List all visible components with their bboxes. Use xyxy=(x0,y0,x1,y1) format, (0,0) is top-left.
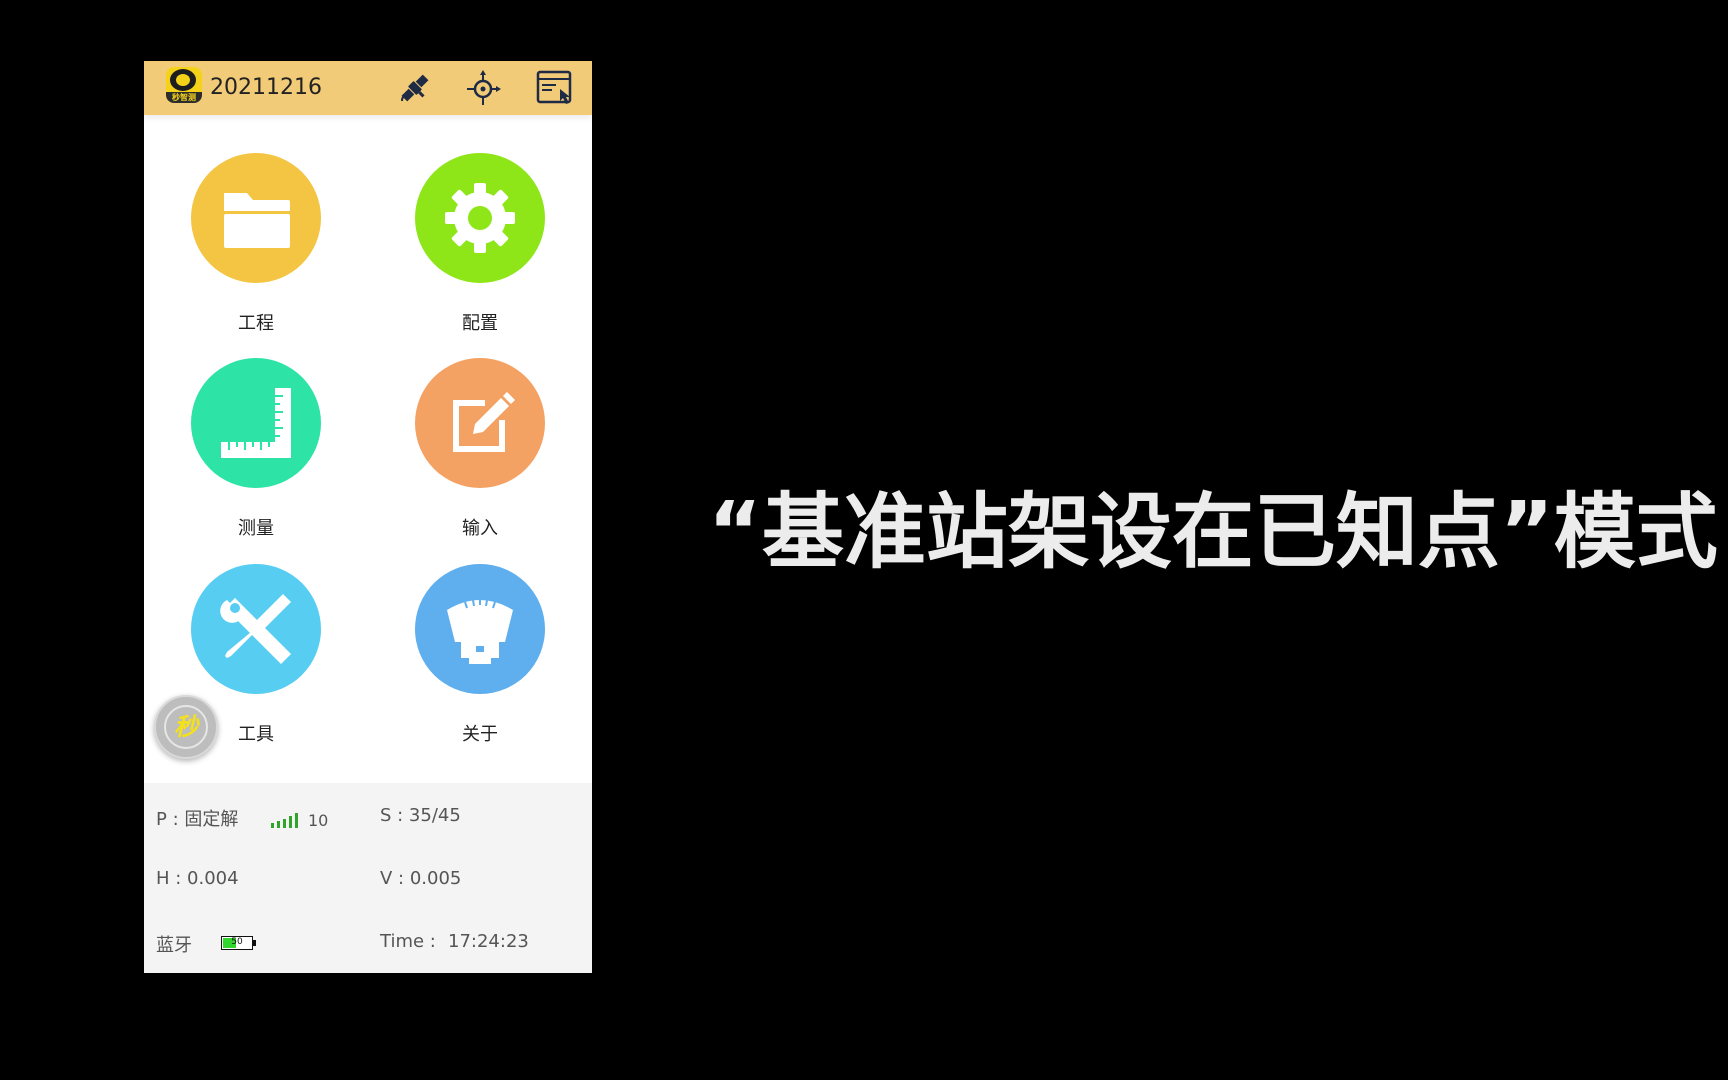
floating-quick-label: 秒 xyxy=(164,705,208,749)
project-circle[interactable] xyxy=(191,153,321,283)
bluetooth-label: 蓝牙 xyxy=(156,935,192,956)
logo-ring xyxy=(170,69,196,91)
app-window: 秒智测 20211216 工程 配置 测量 输入 工具 关于 秒 P: 固定解… xyxy=(144,61,592,973)
edit-icon xyxy=(453,392,515,452)
floating-quick-button[interactable]: 秒 xyxy=(154,695,218,759)
menu-item-about[interactable]: 关于 xyxy=(400,564,560,746)
receiver-icon xyxy=(447,599,513,664)
logo-text: 秒智测 xyxy=(166,92,202,103)
v-precision: V : 0.005 xyxy=(380,868,462,889)
position-status: P : 固定解 xyxy=(156,809,239,830)
window-pointer-icon[interactable] xyxy=(536,69,574,107)
menu-item-label: 工程 xyxy=(238,313,274,334)
about-circle[interactable] xyxy=(415,564,545,694)
h-precision: H : 0.004 xyxy=(156,868,239,889)
menu-item-project[interactable]: 工程 xyxy=(176,153,336,335)
signal-count: 10 xyxy=(308,811,329,830)
measure-circle[interactable] xyxy=(191,358,321,488)
satellite-count: S : 35/45 xyxy=(380,805,461,826)
crosshair-icon[interactable] xyxy=(464,69,502,107)
signal-strength-icon xyxy=(270,811,300,833)
app-header: 秒智测 20211216 xyxy=(144,61,592,115)
time-value: 17:24:23 xyxy=(448,931,529,952)
status-panel: P : 固定解 10 S : 35/45 H : 0.004 V : 0.005… xyxy=(144,783,592,973)
video-caption: “基准站架设在已知点”模式 xyxy=(708,485,1718,580)
ruler-icon xyxy=(221,388,291,458)
time-label: Time : xyxy=(380,931,436,952)
folder-icon xyxy=(224,193,290,248)
battery-icon: 50 xyxy=(221,936,256,950)
config-circle[interactable] xyxy=(415,153,545,283)
menu-item-label: 测量 xyxy=(238,518,274,539)
menu-item-label: 输入 xyxy=(462,518,498,539)
tools-circle[interactable] xyxy=(191,564,321,694)
satellite-icon[interactable] xyxy=(396,69,434,107)
app-logo: 秒智测 xyxy=(166,67,202,103)
menu-item-input[interactable]: 输入 xyxy=(400,358,560,540)
project-title: 20211216 xyxy=(210,75,322,100)
menu-item-config[interactable]: 配置 xyxy=(400,153,560,335)
gear-icon xyxy=(445,183,515,253)
battery-level: 50 xyxy=(231,937,243,947)
menu-item-label: 关于 xyxy=(462,724,498,745)
menu-item-measure[interactable]: 测量 xyxy=(176,358,336,540)
menu-item-label: 配置 xyxy=(462,313,498,334)
battery-tip xyxy=(253,940,256,946)
tools-icon xyxy=(220,594,291,664)
input-circle[interactable] xyxy=(415,358,545,488)
